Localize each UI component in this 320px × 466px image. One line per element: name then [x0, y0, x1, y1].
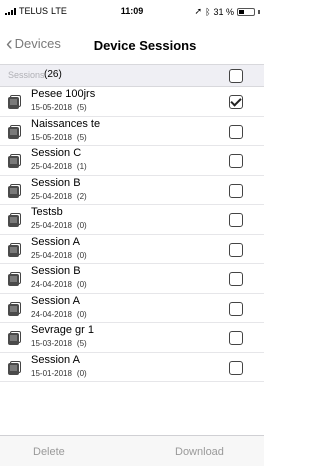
session-name: Session C	[31, 147, 82, 159]
delete-button[interactable]: Delete	[33, 446, 65, 458]
session-name: Testsb	[31, 206, 63, 218]
session-name: Session B	[31, 176, 81, 189]
bottom-toolbar: Delete Download	[0, 435, 264, 466]
session-count: (0)	[76, 368, 87, 378]
session-date: 24-04-2018	[31, 309, 72, 319]
session-name: Session A	[31, 235, 80, 248]
device-icon	[8, 95, 21, 109]
session-row[interactable]: Session B 25-04-2018 (2)	[0, 176, 264, 205]
session-checkbox[interactable]	[229, 124, 243, 139]
status-right: ➚ ᛒ 31 %	[195, 6, 260, 17]
session-checkbox[interactable]	[229, 242, 243, 257]
device-icon	[8, 360, 21, 375]
session-date: 25-04-2018	[31, 162, 72, 171]
session-checkbox[interactable]	[229, 183, 243, 198]
device-icon	[8, 272, 21, 286]
session-checkbox[interactable]	[229, 213, 243, 227]
session-count: (5)	[76, 103, 87, 112]
session-meta: 24-04-2018 (0)	[31, 280, 87, 289]
session-row[interactable]: Naissances te 15-05-2018 (5)	[0, 117, 264, 146]
session-meta: 15-05-2018 (5)	[31, 103, 87, 112]
session-count: (0)	[76, 280, 87, 289]
navigation-bar: ‹ Devices Device Sessions	[0, 20, 264, 64]
battery-percent: 31 %	[213, 6, 234, 17]
session-row[interactable]: Session C 25-04-2018 (1)	[0, 146, 264, 176]
location-icon: ➚	[194, 6, 203, 16]
device-icon	[8, 124, 21, 139]
session-meta: 15-05-2018 (5)	[31, 133, 87, 142]
device-icon	[8, 154, 21, 168]
session-checkbox[interactable]	[229, 331, 243, 345]
status-bar: TELUS LTE 11:09 ➚ ᛒ 31 %	[0, 0, 264, 20]
session-meta: 24-04-2018 (0)	[31, 310, 87, 319]
session-name: Naissances te	[31, 117, 101, 130]
select-all-checkbox[interactable]	[229, 69, 243, 83]
checkmark-icon	[230, 95, 242, 107]
sessions-header: Sessions (26)	[0, 64, 264, 87]
session-row[interactable]: Testsb 25-04-2018 (0)	[0, 205, 264, 235]
session-checkbox[interactable]	[229, 360, 243, 375]
session-checkbox[interactable]	[229, 95, 243, 109]
session-date: 25-04-2018	[31, 191, 72, 201]
session-checkbox[interactable]	[229, 154, 243, 168]
session-count: (5)	[76, 132, 87, 142]
device-icon	[8, 242, 21, 257]
session-checkbox[interactable]	[229, 301, 243, 316]
device-icon	[8, 301, 21, 316]
session-checkbox[interactable]	[229, 272, 243, 286]
device-icon	[8, 213, 21, 227]
session-row[interactable]: Session B 24-04-2018 (0)	[0, 264, 264, 294]
session-count: (0)	[76, 221, 87, 230]
session-date: 24-04-2018	[31, 280, 72, 289]
page-title: Device Sessions	[93, 38, 197, 53]
session-count: (0)	[76, 250, 87, 260]
session-row[interactable]: Pesee 100jrs 15-05-2018 (5)	[0, 87, 264, 117]
session-count: (0)	[76, 309, 87, 319]
session-name: Session A	[31, 353, 80, 366]
session-row-partial	[0, 382, 264, 396]
session-date: 25-04-2018	[31, 250, 72, 260]
session-meta: 25-04-2018 (0)	[31, 221, 87, 230]
session-date: 15-03-2018	[31, 339, 72, 348]
sessions-label: Sessions	[8, 70, 45, 80]
session-name: Session B	[31, 265, 81, 277]
session-name: Session A	[31, 294, 80, 307]
session-name: Pesee 100jrs	[31, 88, 96, 100]
sessions-count: (26)	[44, 69, 62, 80]
session-meta: 15-01-2018 (0)	[31, 369, 87, 378]
session-meta: 25-04-2018 (0)	[31, 251, 87, 260]
session-list: Pesee 100jrs 15-05-2018 (5) Naissances te 15…	[0, 87, 264, 396]
session-date: 15-05-2018	[31, 132, 72, 142]
session-row[interactable]: Session A 24-04-2018 (0)	[0, 294, 264, 323]
download-button[interactable]: Download	[175, 446, 224, 458]
battery-icon	[237, 7, 255, 16]
session-count: (2)	[76, 191, 87, 201]
session-row[interactable]: Sevrage gr 1 15-03-2018 (5)	[0, 323, 264, 353]
bluetooth-icon: ᛒ	[205, 6, 211, 17]
session-name: Sevrage gr 1	[31, 324, 94, 336]
session-date: 15-01-2018	[31, 368, 72, 378]
session-count: (1)	[76, 162, 87, 171]
session-meta: 25-04-2018 (2)	[31, 192, 87, 201]
session-row[interactable]: Session A 15-01-2018 (0)	[0, 353, 264, 382]
battery-tip	[258, 9, 260, 14]
session-meta: 25-04-2018 (1)	[31, 162, 87, 171]
session-count: (5)	[76, 339, 87, 348]
device-icon	[8, 183, 21, 198]
session-date: 15-05-2018	[31, 103, 72, 112]
session-meta: 15-03-2018 (5)	[31, 339, 87, 348]
session-row[interactable]: Session A 25-04-2018 (0)	[0, 235, 264, 264]
session-date: 25-04-2018	[31, 221, 72, 230]
device-icon	[8, 331, 21, 345]
